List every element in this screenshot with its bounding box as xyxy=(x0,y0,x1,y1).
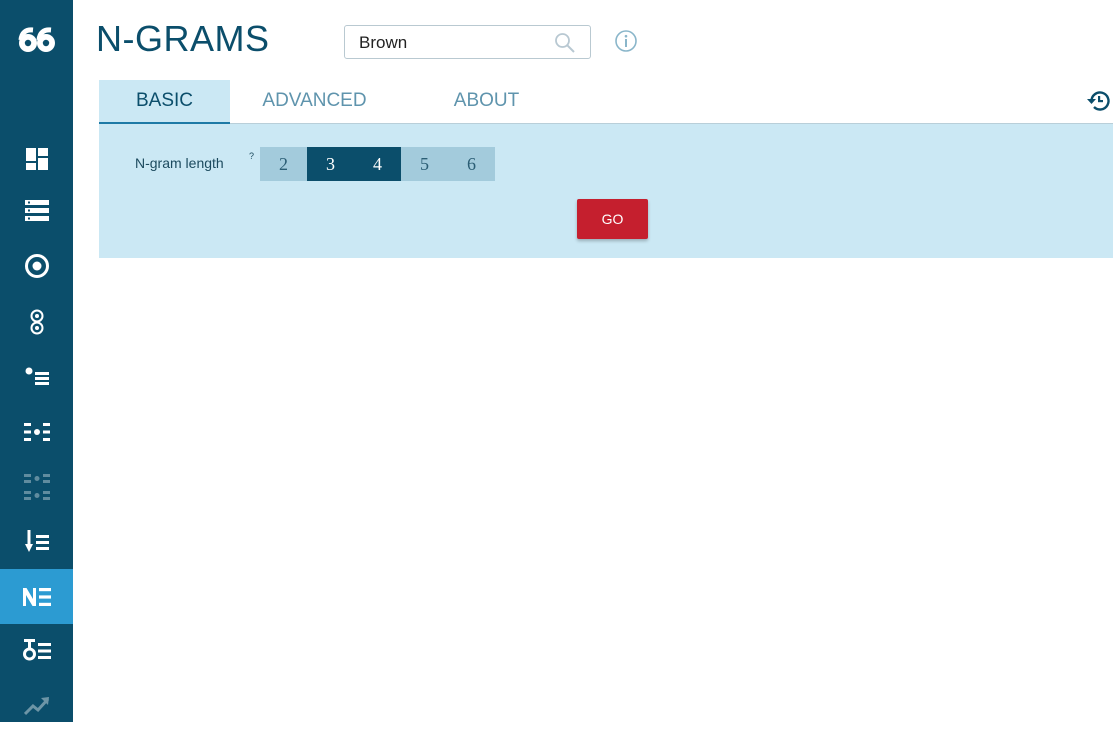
ngram-length-option[interactable]: 6 xyxy=(448,147,495,181)
tab-about[interactable]: ABOUT xyxy=(429,80,544,123)
ngram-length-option[interactable]: 2 xyxy=(260,147,307,181)
tab-basic[interactable]: BASIC xyxy=(99,80,230,124)
logo[interactable] xyxy=(0,0,73,82)
sidebar-item-bullet-list[interactable] xyxy=(0,349,73,404)
sidebar-item-list[interactable] xyxy=(0,183,73,238)
tab-bar: BASIC ADVANCED ABOUT xyxy=(99,80,1113,124)
quote-logo-icon xyxy=(18,27,55,52)
basic-panel: N-gram length ? 2 3 4 5 6 GO xyxy=(99,124,1113,258)
dotted-list-icon xyxy=(23,422,50,441)
ngram-list-icon xyxy=(22,587,51,606)
search-box[interactable] xyxy=(344,25,591,59)
sidebar-item-delta-list[interactable] xyxy=(0,622,73,677)
delta-list-icon xyxy=(22,638,51,660)
trend-icon xyxy=(23,696,49,715)
ngram-length-option[interactable]: 5 xyxy=(401,147,448,181)
search-input[interactable] xyxy=(357,31,551,55)
sort-down-list-icon xyxy=(24,529,49,552)
sidebar-item-target[interactable] xyxy=(0,238,73,293)
sidebar-item-dashboard[interactable] xyxy=(0,131,73,186)
target-icon xyxy=(24,253,49,278)
sidebar-item-trend[interactable] xyxy=(0,678,73,733)
tab-advanced[interactable]: ADVANCED xyxy=(242,80,387,123)
sidebar-item-ngrams[interactable] xyxy=(0,569,73,624)
bullet-list-icon xyxy=(25,367,49,385)
ngram-length-label: N-gram length xyxy=(135,155,224,171)
double-circle-icon xyxy=(30,309,43,334)
page-title: N-GRAMS xyxy=(96,18,270,59)
sidebar-item-double-circle[interactable] xyxy=(0,294,73,349)
search-icon[interactable] xyxy=(554,32,576,54)
ngram-length-help[interactable]: ? xyxy=(249,151,254,161)
sidebar-item-sort-down-list[interactable] xyxy=(0,514,73,569)
history-icon[interactable] xyxy=(1086,88,1112,114)
go-button[interactable]: GO xyxy=(577,199,648,239)
grid-dots-icon xyxy=(23,473,50,500)
info-icon[interactable] xyxy=(614,29,638,53)
ngram-length-option[interactable]: 4 xyxy=(354,147,401,181)
list-icon xyxy=(24,199,49,221)
sidebar xyxy=(0,0,73,722)
sidebar-item-grid-dots[interactable] xyxy=(0,460,73,515)
sidebar-item-dotted-list[interactable] xyxy=(0,404,73,459)
dashboard-icon xyxy=(25,147,48,170)
ngram-length-option[interactable]: 3 xyxy=(307,147,354,181)
